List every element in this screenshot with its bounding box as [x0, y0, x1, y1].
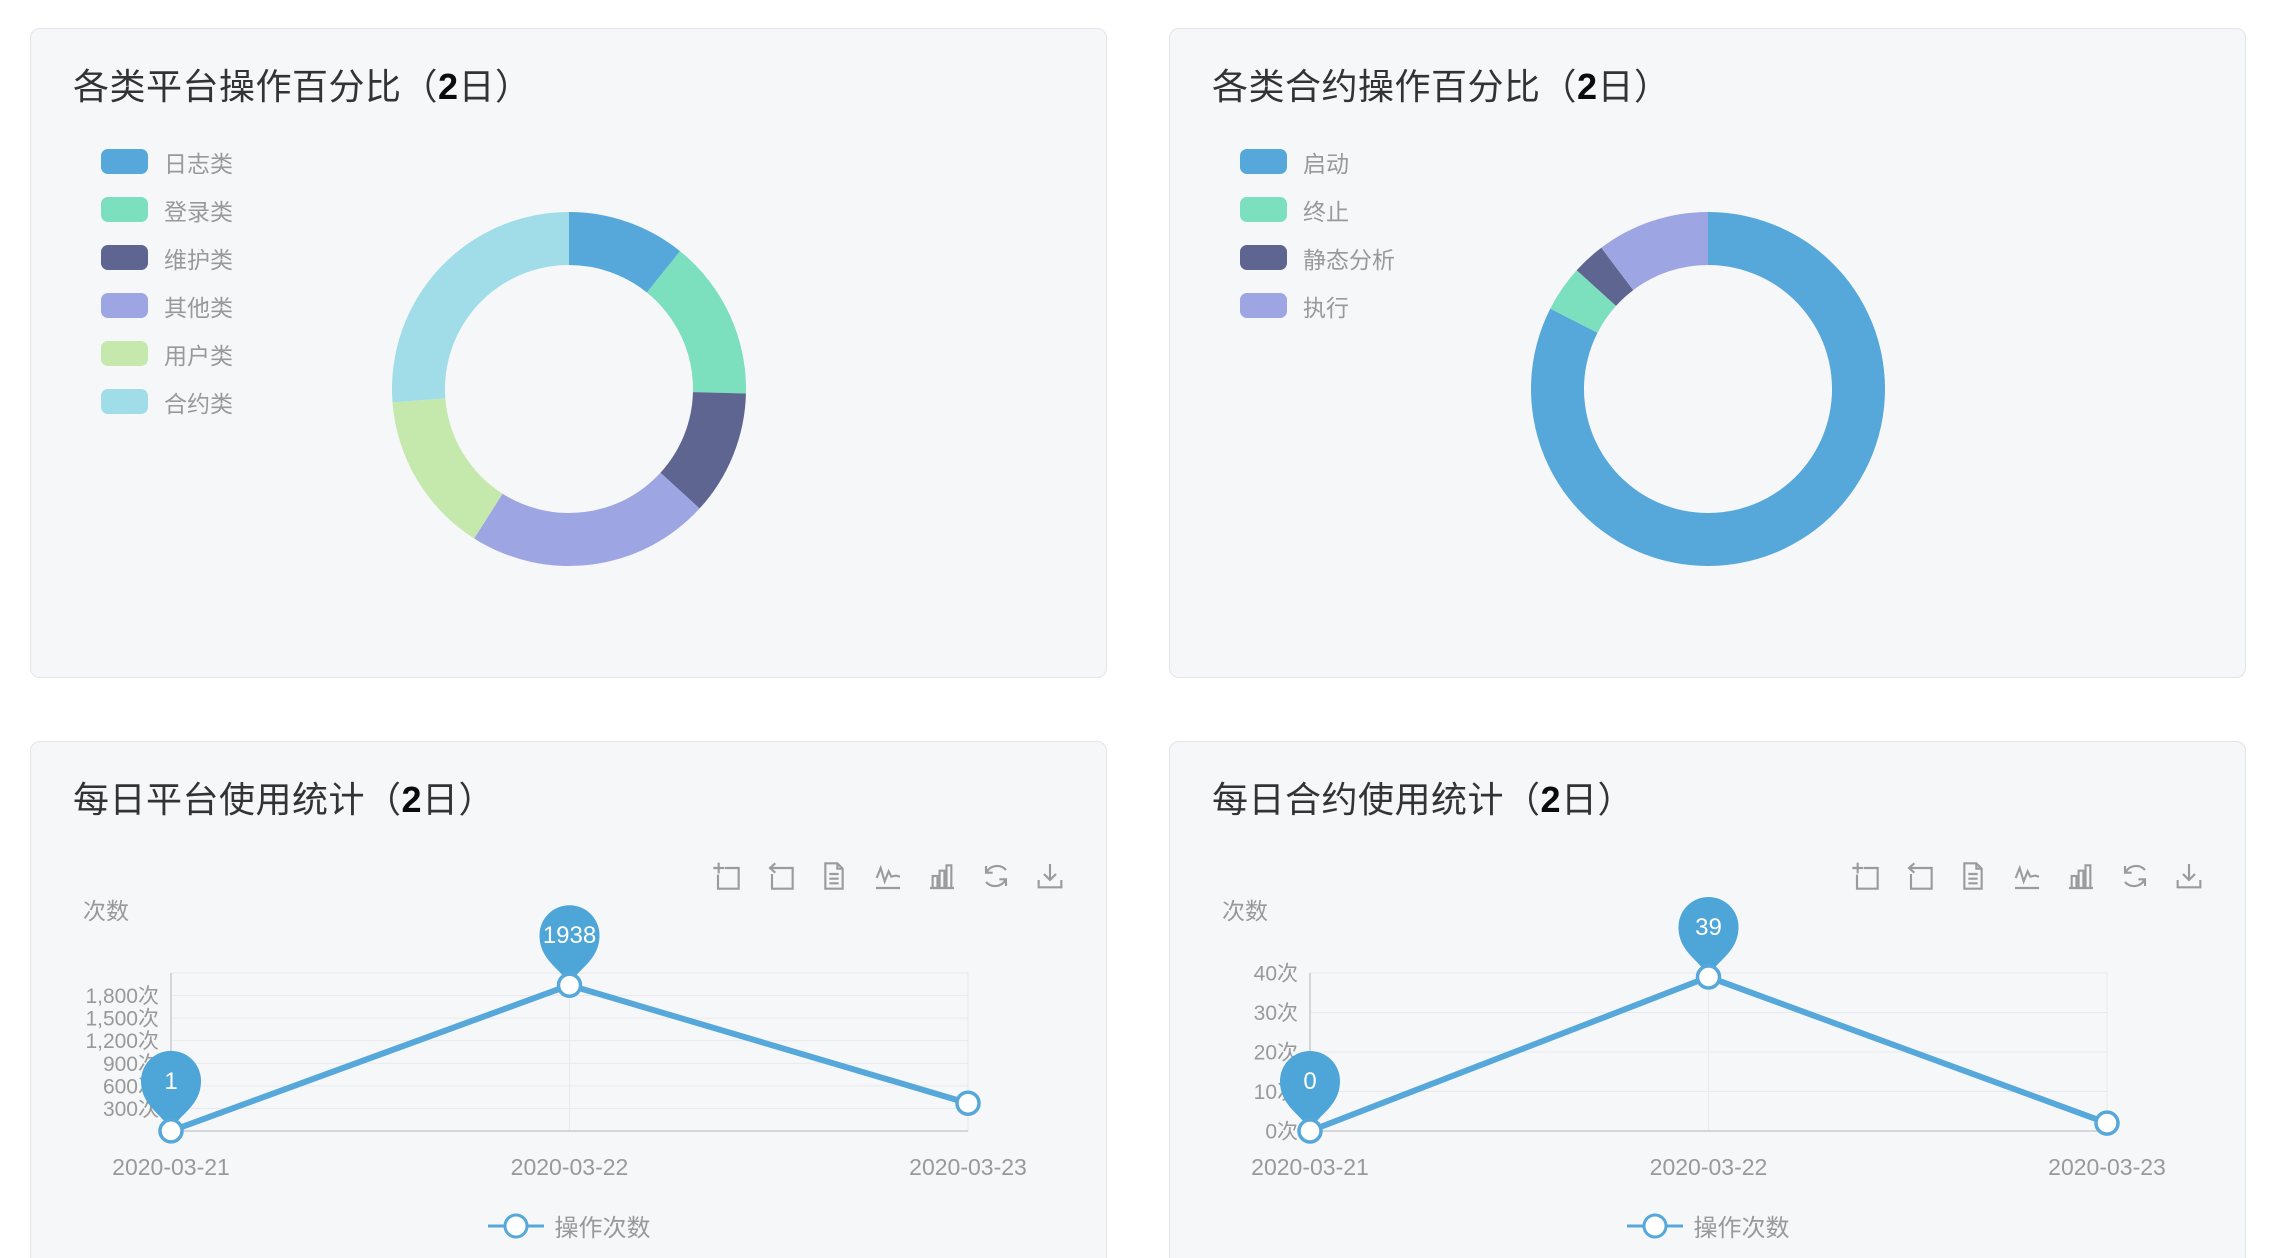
y-tick-label: 1,200次	[85, 1030, 159, 1053]
line-series-marker-icon	[1626, 1212, 1684, 1240]
line-series-marker-icon	[487, 1212, 545, 1240]
data-point[interactable]	[957, 1092, 979, 1114]
x-tick-label: 2020-03-22	[511, 1154, 629, 1180]
y-tick-label: 1,500次	[85, 1008, 159, 1031]
pie-slice[interactable]	[474, 473, 699, 566]
pie-slice[interactable]	[392, 212, 569, 402]
panel-contract-operations-pie: 各类合约操作百分比（2日） 启动终止静态分析执行	[1169, 28, 2246, 678]
mark-pin-value: 39	[1695, 914, 1722, 941]
dashboard: 各类平台操作百分比（2日） 日志类登录类维护类其他类用户类合约类 各类合约操作百…	[0, 0, 2290, 1258]
mark-pin-value: 1938	[543, 922, 596, 949]
x-tick-label: 2020-03-23	[909, 1154, 1027, 1180]
y-tick-label: 1,800次	[85, 985, 159, 1008]
series-legend-label: 操作次数	[555, 1208, 651, 1243]
panel-daily-platform-usage: 每日平台使用统计（2日） 次数 300次600次900次1,200次1,500次…	[30, 741, 1107, 1258]
panel-platform-operations-pie: 各类平台操作百分比（2日） 日志类登录类维护类其他类用户类合约类	[30, 28, 1107, 678]
data-point[interactable]	[160, 1120, 182, 1142]
y-tick-label: 40次	[1254, 963, 1298, 986]
series-legend-label: 操作次数	[1694, 1208, 1790, 1243]
mark-pin-value: 0	[1303, 1068, 1316, 1095]
line-chart-contract[interactable]: 0次10次20次30次40次2020-03-212020-03-222020-0…	[1170, 742, 2247, 1258]
data-point[interactable]	[559, 974, 581, 996]
data-point[interactable]	[2096, 1112, 2118, 1134]
series-legend-item[interactable]: 操作次数	[1170, 1208, 2245, 1243]
mark-pin-value: 1	[164, 1068, 177, 1095]
y-tick-label: 0次	[1265, 1121, 1298, 1144]
donut-chart-platform[interactable]	[31, 29, 1108, 679]
x-tick-label: 2020-03-21	[112, 1154, 230, 1180]
y-tick-label: 30次	[1254, 1002, 1298, 1025]
data-point[interactable]	[1698, 966, 1720, 988]
x-tick-label: 2020-03-22	[1650, 1154, 1768, 1180]
pie-slice[interactable]	[393, 398, 503, 538]
x-tick-label: 2020-03-21	[1251, 1154, 1369, 1180]
x-tick-label: 2020-03-23	[2048, 1154, 2166, 1180]
data-point[interactable]	[1299, 1120, 1321, 1142]
donut-chart-contract[interactable]	[1170, 29, 2247, 679]
panel-daily-contract-usage: 每日合约使用统计（2日） 次数 0次10次20次30次40次2020-03-21…	[1169, 741, 2246, 1258]
line-chart-platform[interactable]: 300次600次900次1,200次1,500次1,800次2020-03-21…	[31, 742, 1108, 1258]
series-legend-item[interactable]: 操作次数	[31, 1208, 1106, 1243]
